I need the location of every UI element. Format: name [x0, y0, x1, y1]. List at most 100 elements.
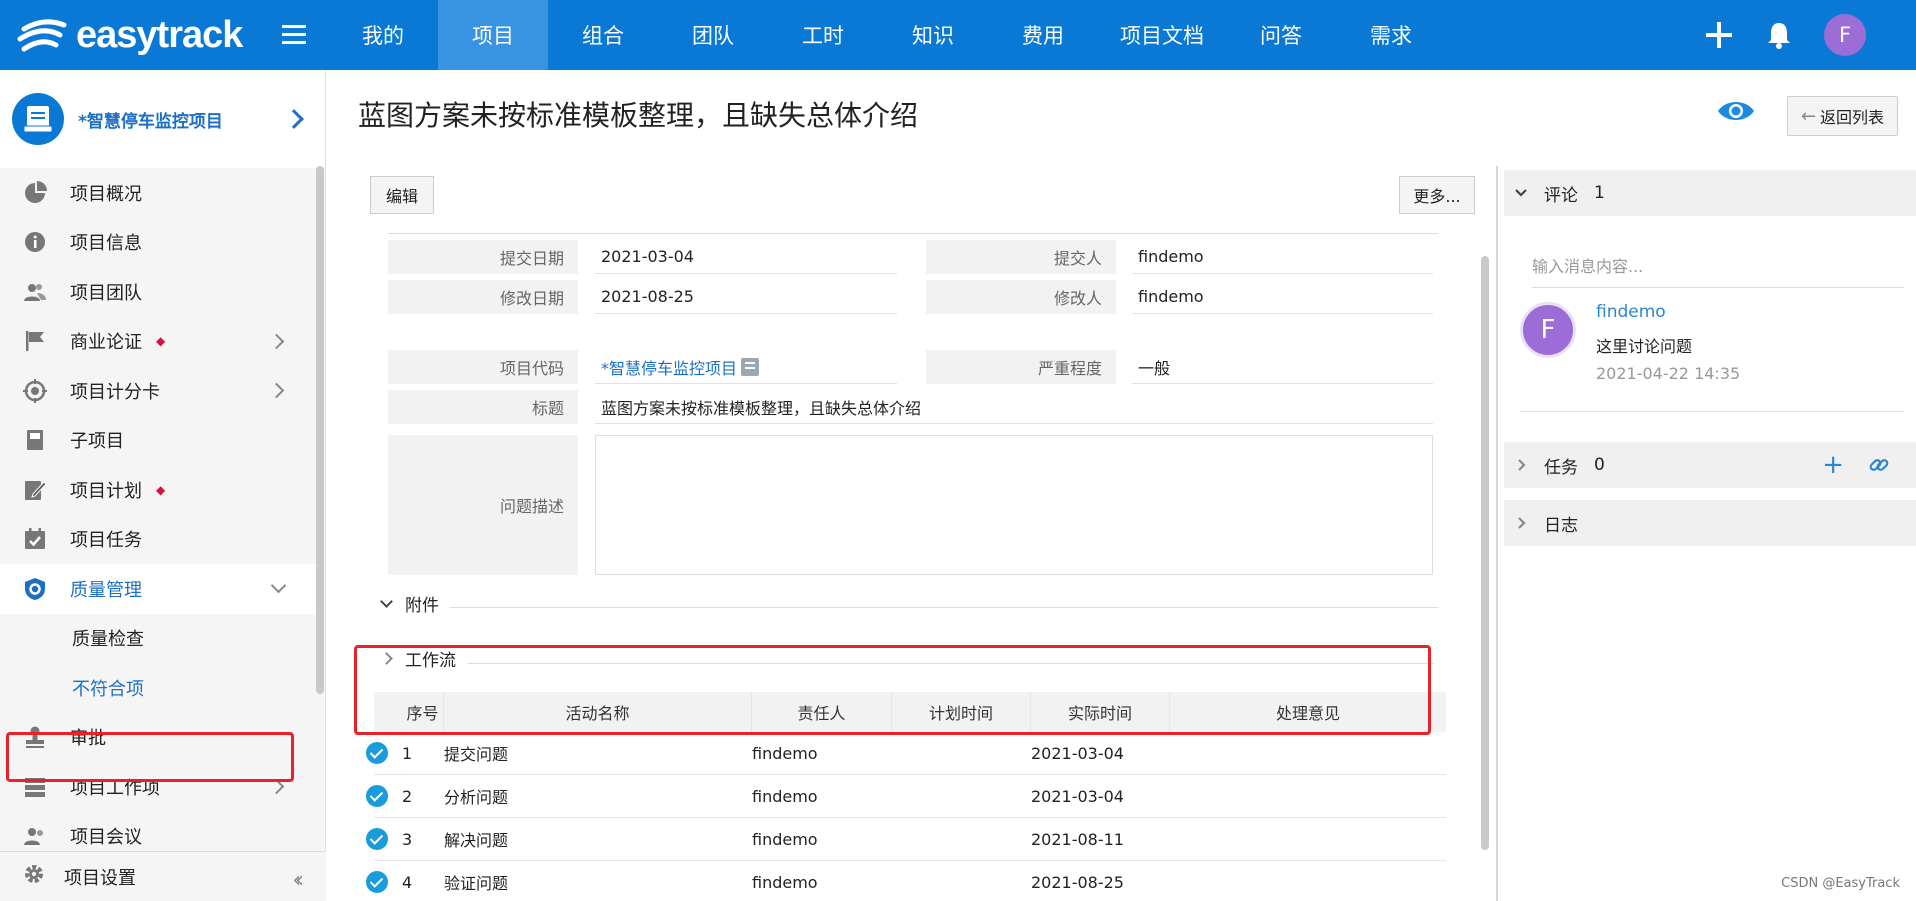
attachments-divider [450, 607, 1438, 608]
nav-item-expense[interactable]: 费用 [988, 0, 1098, 70]
project-icon [12, 93, 64, 145]
nav-item-project[interactable]: 项目 [438, 0, 548, 70]
page-title: 蓝图方案未按标准模板整理，且缺失总体介绍 [358, 99, 919, 132]
table-row[interactable]: 4 验证问题 findemo 2021-08-25 [366, 861, 1446, 901]
add-task-plus-icon[interactable]: + [1822, 450, 1844, 480]
watermark: CSDN @EasyTrack [1781, 876, 1900, 891]
bell-icon[interactable] [1764, 20, 1794, 50]
sidebar-item-label: 不符合项 [72, 678, 144, 700]
top-nav-bar: easytrack 我的 项目 组合 团队 工时 知识 费用 项目文档 问答 需… [0, 0, 1916, 70]
check-circle-icon [366, 785, 388, 807]
modify-date-label: 修改日期 [388, 280, 578, 314]
pie-chart-icon [22, 180, 48, 206]
tasks-section-toggle[interactable]: 任务 0 + [1504, 442, 1916, 488]
comment-text: 这里讨论问题 [1596, 337, 1693, 356]
submit-date-label: 提交日期 [388, 240, 578, 274]
create-plus-icon[interactable] [1704, 20, 1734, 50]
chevron-down-icon [270, 577, 287, 594]
sidebar-item-tasks[interactable]: 项目任务 [0, 515, 316, 565]
table-row[interactable]: 3 解决问题 findemo 2021-08-11 [366, 818, 1446, 861]
meeting-icon [22, 823, 48, 849]
project-code-text: *智慧停车监控项目 [601, 358, 738, 378]
logo-text: easytrack [76, 13, 243, 56]
nav-item-timesheet[interactable]: 工时 [768, 0, 878, 70]
submitter-value: findemo [1132, 240, 1433, 274]
sidebar-item-quality[interactable]: 质量管理 [0, 564, 316, 614]
chevron-down-icon [380, 594, 393, 608]
comments-label: 评论 [1544, 185, 1578, 206]
project-code-link[interactable]: *智慧停车监控项目 [595, 350, 897, 384]
row-no: 2 [402, 786, 413, 806]
row-actual: 2021-08-11 [1031, 829, 1124, 849]
nav-item-portfolio[interactable]: 组合 [548, 0, 658, 70]
easytrack-logo-icon [17, 19, 67, 52]
comment-input[interactable]: 输入消息内容... [1532, 242, 1904, 288]
row-activity: 解决问题 [444, 831, 509, 850]
sidebar-item-label: 商业论证 [70, 332, 142, 354]
description-field[interactable] [595, 435, 1433, 575]
nav-item-mine[interactable]: 我的 [328, 0, 438, 70]
sidebar-item-label: 项目信息 [70, 233, 142, 255]
target-icon [22, 378, 48, 404]
chevron-right-icon[interactable] [284, 109, 304, 129]
tasks-count: 0 [1594, 455, 1605, 475]
nav-item-documents[interactable]: 项目文档 [1098, 0, 1226, 70]
link-icon[interactable] [1868, 454, 1890, 476]
nav-item-team[interactable]: 团队 [658, 0, 768, 70]
sidebar-item-business-case[interactable]: 商业论证 ◆ [0, 317, 316, 367]
sidebar-item-info[interactable]: 项目信息 [0, 218, 316, 268]
sidebar-item-label: 项目团队 [70, 282, 142, 304]
sidebar-item-plan[interactable]: 项目计划 ◆ [0, 465, 316, 515]
nav-item-qa[interactable]: 问答 [1226, 0, 1336, 70]
info-icon [22, 229, 48, 255]
title-value: 蓝图方案未按标准模板整理，且缺失总体介绍 [595, 390, 1433, 424]
more-button[interactable]: 更多... [1399, 176, 1475, 214]
log-section-toggle[interactable]: 日志 [1504, 500, 1916, 546]
project-header[interactable]: *智慧停车监控项目 [0, 70, 325, 168]
hamburger-menu-icon[interactable] [282, 25, 310, 45]
book-icon [22, 427, 48, 453]
nav-item-requirements[interactable]: 需求 [1336, 0, 1446, 70]
sidebar-item-label: 项目任务 [70, 530, 142, 552]
row-no: 4 [402, 872, 413, 892]
table-row[interactable]: 2 分析问题 findemo 2021-03-04 [366, 775, 1446, 818]
sidebar-item-overview[interactable]: 项目概况 [0, 168, 316, 218]
row-actual: 2021-03-04 [1031, 743, 1124, 763]
sidebar-item-label: 项目计划 [70, 480, 142, 502]
sidebar-item-label: 子项目 [70, 431, 124, 453]
row-actual: 2021-03-04 [1031, 786, 1124, 806]
main-scrollbar[interactable] [1481, 256, 1489, 850]
tasks-label: 任务 [1544, 457, 1578, 478]
sidebar-item-label: 项目会议 [70, 827, 142, 849]
calendar-check-icon [22, 526, 48, 552]
sidebar-footer[interactable]: 项目设置 ‹‹ [0, 851, 326, 901]
user-avatar[interactable]: F [1824, 14, 1866, 56]
collapse-sidebar-icon[interactable]: ‹‹ [292, 868, 303, 893]
logo[interactable]: easytrack [0, 0, 326, 70]
comment-user-link[interactable]: findemo [1596, 302, 1666, 322]
sidebar-item-subproject[interactable]: 子项目 [0, 416, 316, 466]
row-owner: findemo [752, 872, 818, 892]
sidebar-item-quality-check[interactable]: 质量检查 [0, 614, 316, 664]
severity-value: 一般 [1132, 350, 1433, 384]
comments-section-toggle[interactable]: 评论 1 [1504, 170, 1916, 216]
row-activity: 提交问题 [444, 745, 509, 764]
top-right-actions: F [1704, 0, 1916, 70]
attachments-section-toggle[interactable]: 附件 [380, 591, 439, 616]
attachments-label: 附件 [405, 595, 439, 616]
row-activity: 分析问题 [444, 788, 509, 807]
modifier-label: 修改人 [926, 280, 1116, 314]
project-name: *智慧停车监控项目 [78, 111, 223, 132]
sidebar-item-team[interactable]: 项目团队 [0, 267, 316, 317]
edit-button[interactable]: 编辑 [370, 176, 434, 214]
sidebar-scrollbar[interactable] [316, 166, 324, 694]
sidebar-item-nonconformance[interactable]: 不符合项 [0, 663, 316, 713]
modifier-value: findemo [1132, 280, 1433, 314]
form-top-divider [388, 233, 1438, 234]
flag-icon [22, 328, 48, 354]
sidebar-item-scorecard[interactable]: 项目计分卡 [0, 366, 316, 416]
project-sidebar: *智慧停车监控项目 项目概况 项目信息 项目团队 商业论证 ◆ 项目计分卡 子项… [0, 70, 326, 901]
nav-item-knowledge[interactable]: 知识 [878, 0, 988, 70]
table-row[interactable]: 1 提交问题 findemo 2021-03-04 [366, 732, 1446, 775]
sidebar-item-label: 质量管理 [70, 579, 142, 601]
